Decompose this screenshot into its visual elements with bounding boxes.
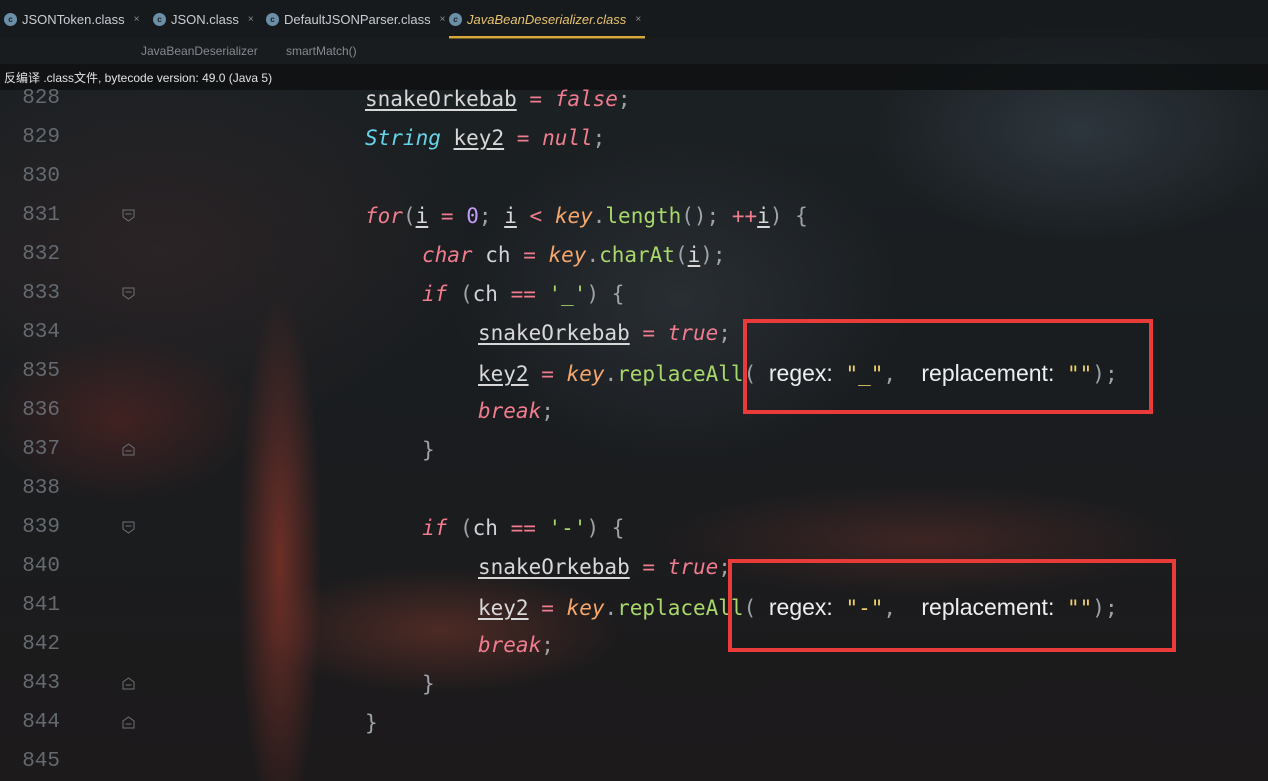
code-line-834[interactable]: snakeOrkebab = true; [478,321,731,345]
code-line-832[interactable]: char ch = key.charAt(i); [422,243,726,267]
tab-defaultjsonparser[interactable]: c DefaultJSONParser.class × [266,0,446,38]
java-class-file-icon: c [4,12,17,26]
code-line-839[interactable]: if (ch == '-') { [422,516,624,540]
tab-label: DefaultJSONParser.class [284,11,431,27]
decompiled-class-banner: 反编译 .class文件, bytecode version: 49.0 (Ja… [0,64,1268,90]
editor-tab-bar: c JSONToken.class × c JSON.class × c Def… [0,0,1268,39]
code-editor[interactable]: snakeOrkebab = false; String key2 = null… [0,87,1268,781]
close-icon[interactable]: × [440,14,446,25]
breadcrumb-method[interactable]: smartMatch() [286,44,357,58]
breadcrumb: JavaBeanDeserializer smartMatch() [0,38,1268,64]
banner-text: 反编译 .class文件, bytecode version: 49.0 (Ja… [4,71,273,85]
code-line-837[interactable]: } [422,438,435,462]
code-line-828[interactable]: snakeOrkebab = false; [365,87,631,111]
close-icon[interactable]: × [635,14,641,25]
breadcrumb-class[interactable]: JavaBeanDeserializer [141,44,258,58]
code-line-842[interactable]: break; [478,633,554,657]
java-class-file-icon: c [266,12,279,26]
code-line-843[interactable]: } [422,672,435,696]
code-line-836[interactable]: break; [478,399,554,423]
code-line-833[interactable]: if (ch == '_') { [422,282,624,306]
tab-label: JSON.class [171,11,239,27]
java-class-file-icon: c [153,12,166,26]
code-line-840[interactable]: snakeOrkebab = true; [478,555,731,579]
highlight-box-underscore [743,319,1153,414]
code-line-829[interactable]: String key2 = null; [365,126,605,150]
tab-jsontoken[interactable]: c JSONToken.class × [4,0,139,38]
close-icon[interactable]: × [134,14,140,25]
close-icon[interactable]: × [248,14,254,25]
highlight-box-dash [728,559,1176,652]
java-class-file-icon: c [449,12,462,26]
tab-json[interactable]: c JSON.class × [153,0,254,38]
tab-javabeandeserializer[interactable]: c JavaBeanDeserializer.class × [449,0,646,39]
tab-label: JavaBeanDeserializer.class [467,11,627,27]
tab-label: JSONToken.class [22,11,125,27]
code-line-844[interactable]: } [365,711,378,735]
code-line-831[interactable]: for(i = 0; i < key.length(); ++i) { [365,204,808,228]
